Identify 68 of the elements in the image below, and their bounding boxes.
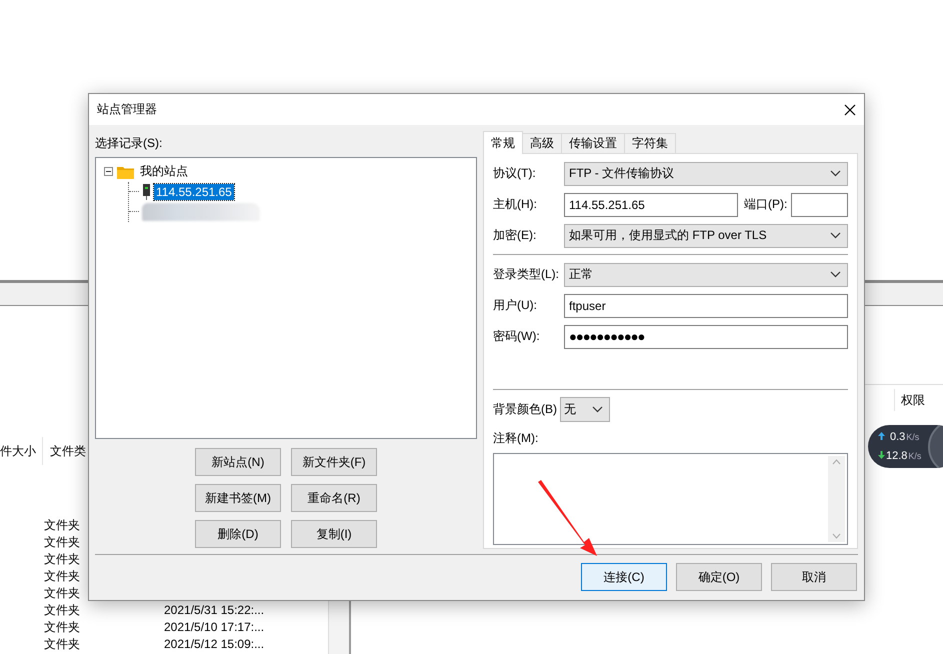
table-cell-text: 文件夹 bbox=[44, 619, 81, 636]
column-header[interactable]: 文件类 bbox=[50, 443, 86, 459]
dropdown[interactable]: 无 bbox=[560, 397, 610, 422]
table-cell-text: 文件夹 bbox=[44, 585, 81, 602]
dropdown-value: FTP - 文件传输协议 bbox=[569, 165, 674, 182]
table-cell: 2021/5/31 15:22:... bbox=[164, 602, 264, 619]
chevron-down-icon bbox=[830, 232, 841, 239]
field-label: 端口(P): bbox=[744, 196, 788, 213]
tree-item[interactable]: 114.55.251.65 bbox=[154, 184, 234, 200]
dialog-button[interactable]: 复制(I) bbox=[291, 520, 377, 548]
comments-field[interactable] bbox=[493, 453, 848, 545]
dropdown[interactable]: 如果可用，使用显式的 FTP over TLS bbox=[564, 224, 848, 248]
upload-speed: 0.3 bbox=[890, 430, 906, 444]
dropdown[interactable]: 正常 bbox=[564, 262, 848, 286]
table-cell: 2021/5/12 15:09:... bbox=[164, 636, 264, 653]
scroll-up-icon[interactable] bbox=[832, 459, 841, 465]
dialog-button[interactable]: 连接(C) bbox=[581, 563, 667, 591]
close-icon[interactable] bbox=[844, 104, 856, 116]
field-label: 用户(U): bbox=[493, 297, 538, 314]
port-field[interactable] bbox=[791, 192, 848, 216]
dialog-button[interactable]: 新建书签(M) bbox=[195, 484, 281, 512]
dialog-button[interactable]: 删除(D) bbox=[195, 520, 281, 548]
chevron-down-icon bbox=[830, 170, 841, 177]
window-title: 站点管理器 bbox=[97, 101, 157, 118]
table-cell-text: 文件夹 bbox=[44, 636, 81, 653]
field-label: 背景颜色(B) bbox=[493, 401, 557, 418]
host-field[interactable]: 114.55.251.65 bbox=[564, 192, 738, 216]
field-label: 注释(M): bbox=[493, 431, 538, 445]
field-label: 主机(H): bbox=[493, 196, 538, 213]
field-label: 登录类型(L): bbox=[493, 266, 560, 283]
dialog-button[interactable]: 新站点(N) bbox=[195, 448, 281, 476]
dialog-button[interactable]: 取消 bbox=[771, 563, 857, 591]
arrow-down-icon bbox=[878, 450, 885, 458]
dropdown-value: 无 bbox=[564, 401, 576, 418]
chevron-down-icon bbox=[830, 271, 841, 278]
input-field[interactable]: ftpuser bbox=[564, 294, 848, 318]
dialog-button[interactable]: 确定(O) bbox=[676, 563, 762, 591]
folder-icon bbox=[117, 164, 134, 179]
table-cell-text: 文件夹 bbox=[44, 534, 81, 551]
tree-label: 选择记录(S): bbox=[95, 135, 164, 152]
server-icon bbox=[142, 184, 151, 200]
table-cell-text: 文件夹 bbox=[44, 517, 81, 534]
tab[interactable]: 字符集 bbox=[624, 133, 676, 153]
download-speed: 12.8 bbox=[886, 448, 908, 464]
table-cell-text: 文件夹 bbox=[44, 551, 81, 568]
collapse-icon[interactable] bbox=[104, 167, 113, 176]
speed-unit: K/s bbox=[906, 430, 920, 444]
field-label: 加密(E): bbox=[493, 227, 538, 244]
speed-unit: K/s bbox=[908, 450, 922, 462]
chevron-down-icon bbox=[592, 406, 603, 413]
scrollbar[interactable] bbox=[828, 456, 845, 542]
column-header[interactable]: 权限 bbox=[901, 392, 925, 411]
dropdown[interactable]: FTP - 文件传输协议 bbox=[564, 162, 848, 186]
password-field[interactable]: ●●●●●●●●●●● bbox=[564, 324, 848, 348]
column-header[interactable]: 件大小 bbox=[0, 443, 36, 459]
field-label: 密码(W): bbox=[493, 328, 541, 345]
dropdown-value: 如果可用，使用显式的 FTP over TLS bbox=[569, 227, 767, 244]
tree-item[interactable]: 我的站点 bbox=[138, 162, 190, 182]
scroll-down-icon[interactable] bbox=[832, 533, 841, 539]
tab[interactable]: 常规 bbox=[483, 131, 523, 154]
table-cell: 2021/5/10 17:17:... bbox=[164, 619, 264, 636]
field-label: 协议(T): bbox=[493, 165, 537, 182]
table-cell-text: 文件夹 bbox=[44, 568, 81, 585]
dialog-button[interactable]: 新文件夹(F) bbox=[291, 448, 377, 476]
dialog-button[interactable]: 重命名(R) bbox=[291, 484, 377, 512]
arrow-up-icon bbox=[878, 432, 885, 440]
dropdown-value: 正常 bbox=[569, 266, 593, 283]
table-cell-text: 文件夹 bbox=[44, 602, 81, 619]
